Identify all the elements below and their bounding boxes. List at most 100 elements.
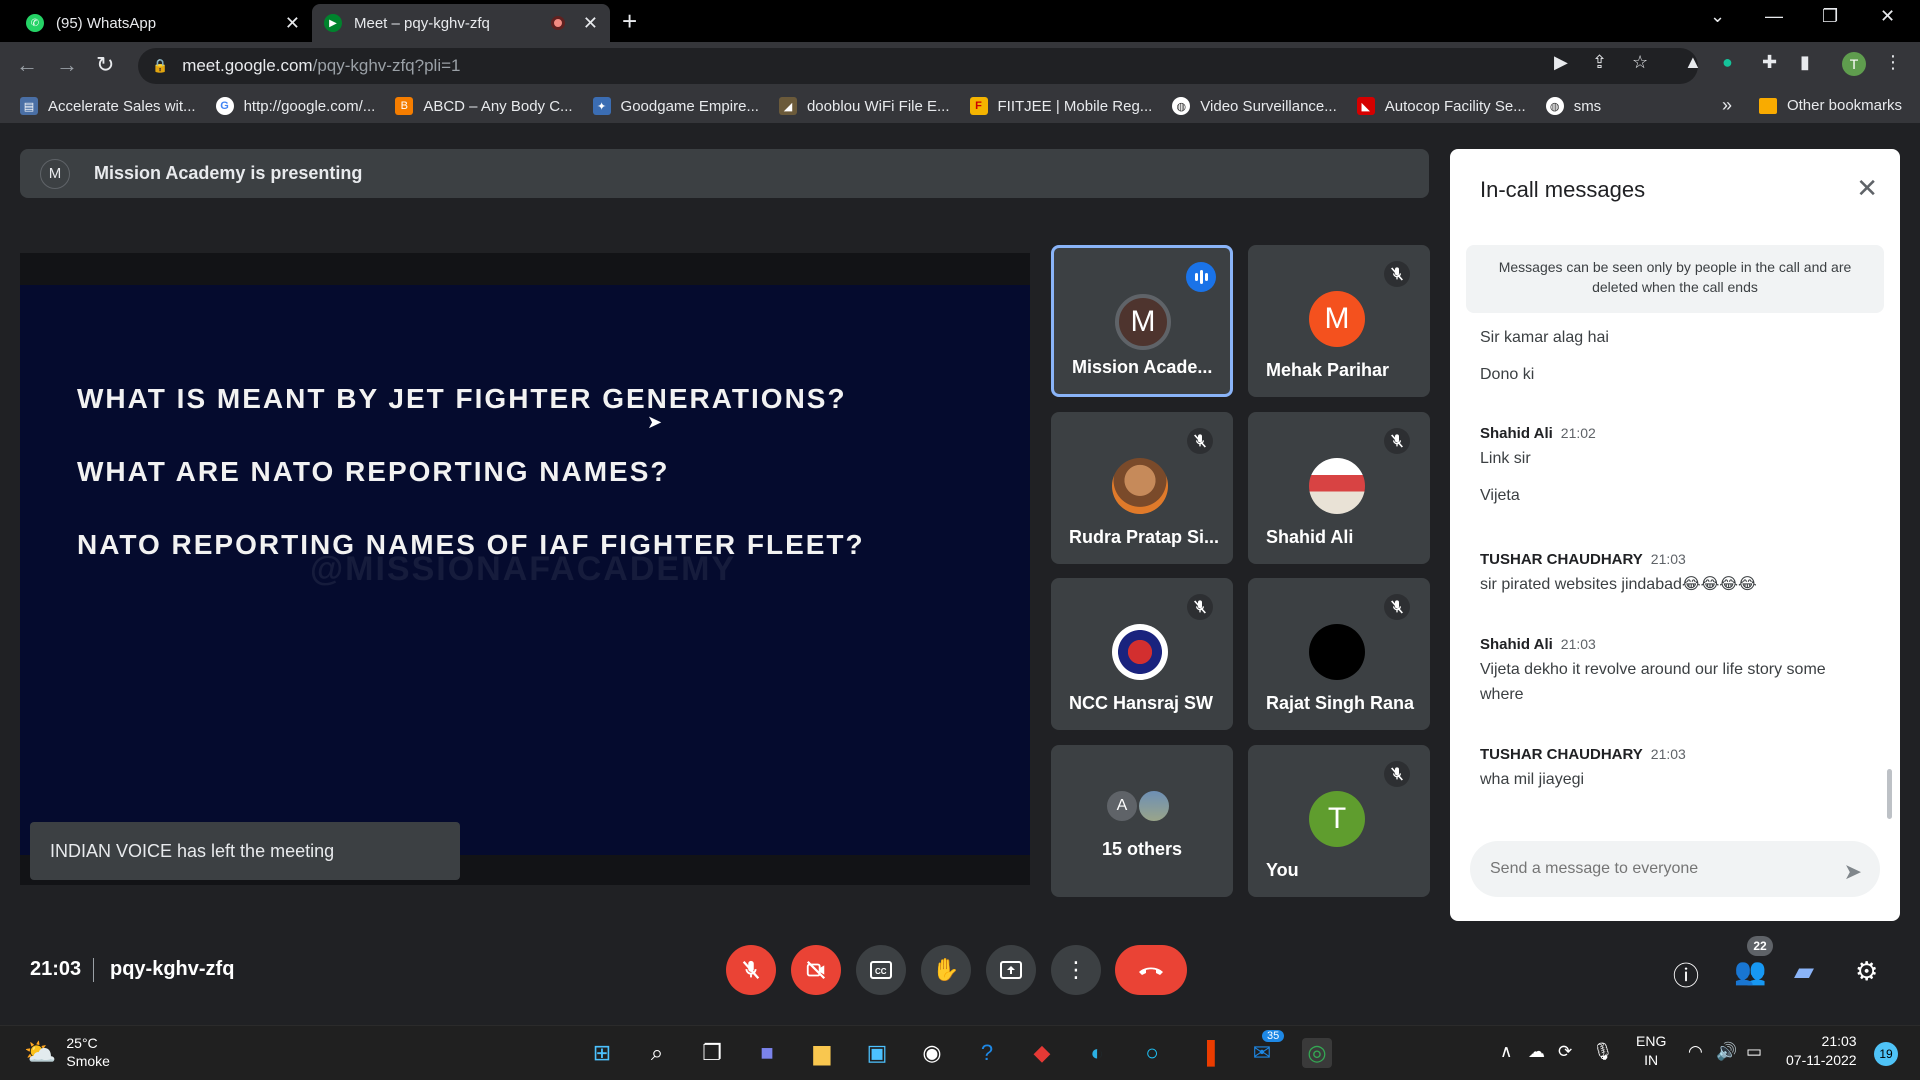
bookmark-star-icon[interactable]: ☆ bbox=[1632, 52, 1648, 73]
chrome-icon[interactable]: ◎ bbox=[1302, 1038, 1332, 1068]
send-icon[interactable]: ➤ bbox=[1844, 859, 1862, 885]
participant-tile[interactable]: Shahid Ali bbox=[1248, 412, 1430, 564]
lock-icon[interactable]: 🔒 bbox=[152, 58, 168, 74]
bookmark-label: Goodgame Empire... bbox=[620, 97, 759, 115]
volume-icon[interactable]: 🔊 bbox=[1716, 1042, 1737, 1062]
more-bookmarks-icon[interactable]: » bbox=[1722, 95, 1732, 116]
message-sender: TUSHAR CHAUDHARY bbox=[1480, 551, 1643, 568]
close-tab-icon[interactable]: ✕ bbox=[583, 13, 598, 34]
participant-tile[interactable]: NCC Hansraj SW bbox=[1051, 578, 1233, 730]
tab-whatsapp[interactable]: ✆ (95) WhatsApp ✕ bbox=[14, 4, 312, 42]
side-panel-icon[interactable]: ▮ bbox=[1800, 52, 1810, 73]
hang-up-icon bbox=[1139, 967, 1163, 975]
search-icon[interactable]: ⌕ bbox=[642, 1038, 672, 1068]
chat-scrollbar[interactable] bbox=[1887, 769, 1892, 819]
raise-hand-button[interactable]: ✋ bbox=[921, 945, 971, 995]
fiitjee-icon: F bbox=[969, 97, 988, 115]
bookmark-item[interactable]: ◢ dooblou WiFi File E... bbox=[778, 97, 950, 115]
notification-badge[interactable]: 19 bbox=[1874, 1042, 1898, 1066]
avatar bbox=[1309, 624, 1365, 680]
wifi-icon[interactable]: ◠ bbox=[1688, 1042, 1703, 1062]
office-icon[interactable]: ▐ bbox=[1192, 1038, 1222, 1068]
camera-off-icon bbox=[806, 960, 826, 980]
close-tab-icon[interactable]: ✕ bbox=[285, 13, 300, 34]
back-arrow-icon[interactable]: ← bbox=[16, 52, 38, 78]
globe-icon: ◍ bbox=[1545, 97, 1564, 115]
camera-icon[interactable]: ▶ bbox=[1554, 52, 1568, 73]
task-view-icon[interactable]: ❐ bbox=[697, 1038, 727, 1068]
present-button[interactable] bbox=[986, 945, 1036, 995]
edge-icon[interactable]: ◐ bbox=[1082, 1038, 1112, 1068]
leave-call-button[interactable] bbox=[1115, 945, 1187, 995]
bookmark-item[interactable]: ▤ Accelerate Sales wit... bbox=[20, 97, 196, 115]
message-header: TUSHAR CHAUDHARY 21:03 bbox=[1480, 746, 1860, 763]
system-clock[interactable]: 21:03 07-11-2022 bbox=[1786, 1032, 1857, 1070]
extension-icon[interactable]: ▲ bbox=[1684, 52, 1702, 73]
puzzle-icon[interactable]: ✚ bbox=[1762, 52, 1777, 73]
participant-tile[interactable]: Rajat Singh Rana bbox=[1248, 578, 1430, 730]
participant-tile[interactable]: M Mehak Parihar bbox=[1248, 245, 1430, 397]
bookmark-item[interactable]: Ghttp://google.com/... bbox=[215, 97, 375, 115]
menu-dots-icon[interactable]: ⋮ bbox=[1884, 52, 1902, 73]
bookmark-item[interactable]: ◍ sms bbox=[1545, 97, 1601, 115]
sync-icon[interactable]: ⟳ bbox=[1558, 1042, 1572, 1062]
bookmark-item[interactable]: ◍ Video Surveillance... bbox=[1172, 97, 1337, 115]
new-tab-button[interactable]: + bbox=[622, 6, 637, 37]
globe-icon: ◍ bbox=[1172, 97, 1191, 115]
profile-avatar[interactable]: T bbox=[1842, 52, 1866, 76]
close-icon[interactable]: ✕ bbox=[1856, 173, 1878, 204]
avatar: M bbox=[1309, 291, 1365, 347]
people-icon[interactable]: 👥 bbox=[1734, 956, 1766, 987]
file-explorer-icon[interactable]: ▆ bbox=[807, 1038, 837, 1068]
close-window-button[interactable]: ✕ bbox=[1880, 6, 1895, 27]
camera-toggle-button[interactable] bbox=[791, 945, 841, 995]
url-input[interactable]: 🔒 meet.google.com/pqy-kghv-zfq?pli=1 bbox=[138, 48, 1698, 84]
weather-cloud-icon: ⛅ bbox=[24, 1036, 57, 1067]
message-text: Link sir bbox=[1480, 450, 1531, 467]
minimize-button[interactable]: — bbox=[1765, 6, 1783, 27]
mic-toggle-button[interactable] bbox=[726, 945, 776, 995]
mcafee-icon[interactable]: ◆ bbox=[1027, 1038, 1057, 1068]
language-indicator[interactable]: ENG IN bbox=[1636, 1032, 1666, 1070]
reload-icon[interactable]: ↻ bbox=[96, 52, 114, 78]
bookmark-item[interactable]: F FIITJEE | Mobile Reg... bbox=[969, 97, 1152, 115]
tab-search-icon[interactable]: ⌄ bbox=[1710, 6, 1725, 27]
bookmark-item[interactable]: ◣ Autocop Facility Se... bbox=[1356, 97, 1526, 115]
others-tile[interactable]: A 15 others bbox=[1051, 745, 1233, 897]
other-bookmarks[interactable]: Other bookmarks bbox=[1758, 97, 1902, 114]
bookmark-item[interactable]: B ABCD – Any Body C... bbox=[395, 97, 573, 115]
slide-line: WHAT IS MEANT BY JET FIGHTER GENERATIONS… bbox=[77, 383, 847, 414]
grammarly-icon[interactable]: ● bbox=[1722, 52, 1733, 73]
participant-tile[interactable]: Rudra Pratap Si... bbox=[1051, 412, 1233, 564]
meeting-info-icon[interactable]: ⓘ bbox=[1673, 956, 1699, 993]
restore-button[interactable]: ❐ bbox=[1822, 6, 1838, 27]
microphone-icon[interactable]: 🎙 bbox=[1592, 1042, 1614, 1062]
tab-meet[interactable]: ▶ Meet – pqy-kghv-zfq ✕ bbox=[312, 4, 610, 42]
outlook-icon[interactable]: ✉ bbox=[1247, 1038, 1277, 1068]
bookmark-item[interactable]: ✦ Goodgame Empire... bbox=[592, 97, 759, 115]
cortana-icon[interactable]: ○ bbox=[1137, 1038, 1167, 1068]
region-code: IN bbox=[1644, 1052, 1659, 1068]
chevron-up-icon[interactable]: ∧ bbox=[1500, 1042, 1512, 1062]
onedrive-icon[interactable]: ☁ bbox=[1528, 1042, 1545, 1062]
activities-icon[interactable]: ⚙ bbox=[1855, 956, 1878, 987]
help-icon[interactable]: ? bbox=[972, 1038, 1002, 1068]
goodgame-icon: ✦ bbox=[592, 97, 611, 115]
teams-chat-icon[interactable]: ■ bbox=[752, 1038, 782, 1068]
self-tile[interactable]: T You bbox=[1248, 745, 1430, 897]
app-icon[interactable]: ◉ bbox=[917, 1038, 947, 1068]
dooblou-icon: ◢ bbox=[778, 97, 797, 115]
chat-message-input[interactable] bbox=[1470, 841, 1880, 897]
more-options-button[interactable]: ⋮ bbox=[1051, 945, 1101, 995]
captions-button[interactable]: CC bbox=[856, 945, 906, 995]
participant-tile[interactable]: M Mission Acade... bbox=[1051, 245, 1233, 397]
start-icon[interactable]: ⊞ bbox=[587, 1038, 617, 1068]
presentation-slide: WHAT IS MEANT BY JET FIGHTER GENERATIONS… bbox=[20, 285, 1030, 855]
chat-icon[interactable]: ▰ bbox=[1794, 956, 1814, 987]
weather-widget[interactable]: ⛅ 25°C Smoke bbox=[24, 1034, 110, 1070]
avatar: T bbox=[1309, 791, 1365, 847]
battery-icon[interactable]: ▭ bbox=[1746, 1042, 1762, 1062]
store-icon[interactable]: ▣ bbox=[862, 1038, 892, 1068]
share-icon[interactable]: ⇪ bbox=[1592, 52, 1607, 73]
forward-arrow-icon[interactable]: → bbox=[56, 52, 78, 78]
